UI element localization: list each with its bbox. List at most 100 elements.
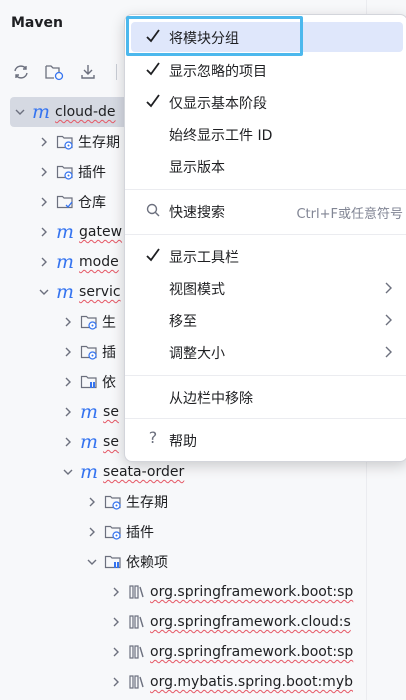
menu-item-move-to[interactable]: 移至 — [131, 305, 403, 335]
chevron-right-icon[interactable] — [84, 494, 100, 510]
tree-row-label: servic — [79, 284, 121, 300]
menu-item-remove-from-sidebar[interactable]: 从边栏中移除 — [131, 382, 403, 412]
chevron-right-icon — [385, 282, 392, 294]
tree-row-lifecycle[interactable]: 生存期 — [0, 487, 406, 517]
tree-row-label: mode — [79, 254, 119, 270]
checkmark-icon — [146, 62, 160, 76]
chevron-right-icon — [385, 314, 392, 326]
tree-row-label: 插件 — [126, 525, 154, 541]
menu-item-label: 始终显示工件 ID — [169, 128, 273, 144]
tree-row-plugins[interactable]: 插件 — [0, 517, 406, 547]
menu-item-always-show-artifact-id[interactable]: 始终显示工件 ID — [131, 119, 403, 149]
chevron-right-icon[interactable] — [60, 314, 76, 330]
menu-item-label: 显示忽略的项目 — [169, 64, 267, 80]
chevron-right-icon[interactable] — [60, 404, 76, 420]
help-icon: ? — [148, 428, 158, 447]
library-icon — [128, 673, 146, 691]
menu-item-label: 显示工具栏 — [169, 250, 239, 266]
tree-row-label: 依赖项 — [126, 555, 168, 571]
menu-item-label: 帮助 — [169, 434, 197, 450]
chevron-right-icon[interactable] — [108, 644, 124, 660]
tree-row-label: se — [103, 434, 119, 450]
menu-separator — [125, 234, 406, 235]
menu-item-label: 快速搜索 — [169, 205, 225, 221]
menu-item-resize[interactable]: 调整大小 — [131, 337, 403, 367]
panel-title: Maven — [11, 15, 63, 31]
options-context-menu: 将模块分组 显示忽略的项目 仅显示基本阶段 始终显示工件 ID 显示版本 快速搜… — [124, 14, 406, 462]
toolbar-separator — [116, 64, 117, 80]
download-icon[interactable] — [76, 60, 100, 84]
tree-row-label: org.mybatis.spring.boot:myb — [150, 674, 353, 690]
tree-row-dependencies[interactable]: 依赖项 — [0, 547, 406, 577]
maven-icon: m — [80, 431, 99, 453]
tree-row-label: 生存期 — [126, 495, 168, 511]
tree-row-label: org.springframework.cloud:s — [150, 614, 351, 630]
plugins-folder-icon — [104, 523, 122, 541]
checkmark-icon — [146, 248, 160, 262]
chevron-right-icon[interactable] — [108, 584, 124, 600]
search-icon — [146, 203, 160, 217]
reload-icon[interactable] — [9, 60, 33, 84]
chevron-down-icon[interactable] — [12, 104, 28, 120]
menu-item-quick-search[interactable]: 快速搜索 Ctrl+F或任意符号 — [131, 196, 403, 226]
lifecycle-folder-icon — [104, 493, 122, 511]
chevron-down-icon[interactable] — [60, 464, 76, 480]
menu-item-show-ignored[interactable]: 显示忽略的项目 — [131, 55, 403, 85]
menu-item-basic-phases[interactable]: 仅显示基本阶段 — [131, 87, 403, 117]
menu-item-label: 显示版本 — [169, 160, 225, 176]
chevron-right-icon[interactable] — [36, 134, 52, 150]
chevron-right-icon[interactable] — [108, 614, 124, 630]
chevron-right-icon[interactable] — [36, 254, 52, 270]
chevron-down-icon[interactable] — [84, 554, 100, 570]
menu-item-show-toolbar[interactable]: 显示工具栏 — [131, 241, 403, 271]
menu-item-label: 从边栏中移除 — [169, 391, 253, 407]
reload-folder-icon[interactable] — [42, 60, 66, 84]
repository-folder-icon — [56, 193, 74, 211]
lifecycle-folder-icon — [56, 133, 74, 151]
tree-row-label: 生 — [102, 315, 116, 331]
chevron-right-icon[interactable] — [36, 194, 52, 210]
tree-row-label: seata-order — [103, 464, 185, 480]
maven-icon: m — [56, 251, 75, 273]
chevron-down-icon[interactable] — [36, 284, 52, 300]
menu-item-help[interactable]: ? 帮助 — [131, 425, 403, 455]
menu-item-group-modules[interactable]: 将模块分组 — [131, 22, 403, 52]
chevron-right-icon[interactable] — [36, 164, 52, 180]
library-icon — [128, 583, 146, 601]
maven-icon: m — [80, 401, 99, 423]
lifecycle-folder-icon — [80, 313, 98, 331]
maven-icon: m — [56, 221, 75, 243]
chevron-right-icon[interactable] — [108, 674, 124, 690]
chevron-right-icon[interactable] — [36, 224, 52, 240]
tree-row-dependency[interactable]: org.springframework.boot:sp — [0, 637, 406, 667]
menu-item-view-mode[interactable]: 视图模式 — [131, 273, 403, 303]
maven-icon: m — [56, 281, 75, 303]
menu-item-show-version[interactable]: 显示版本 — [131, 151, 403, 181]
chevron-right-icon[interactable] — [60, 374, 76, 390]
tree-row-label: org.springframework.boot:sp — [150, 644, 354, 660]
chevron-right-icon[interactable] — [60, 344, 76, 360]
maven-icon: m — [80, 461, 99, 483]
library-icon — [128, 643, 146, 661]
dependencies-folder-icon — [80, 373, 98, 391]
maven-icon: m — [32, 101, 51, 123]
checkmark-icon — [146, 29, 160, 43]
menu-separator — [125, 189, 406, 190]
chevron-right-icon[interactable] — [84, 524, 100, 540]
menu-item-label: 将模块分组 — [169, 31, 239, 47]
plugins-folder-icon — [80, 343, 98, 361]
plugins-folder-icon — [56, 163, 74, 181]
menu-item-label: 调整大小 — [169, 346, 225, 362]
tree-row-dependency[interactable]: org.springframework.boot:sp — [0, 577, 406, 607]
tree-row-dependency[interactable]: org.mybatis.spring.boot:myb — [0, 667, 406, 697]
chevron-right-icon[interactable] — [60, 434, 76, 450]
tree-row-label: 插件 — [78, 165, 106, 181]
tree-row-label: 插 — [102, 345, 116, 361]
tree-row-label: 生存期 — [78, 135, 120, 151]
tree-row-label: 依 — [102, 375, 116, 391]
chevron-right-icon — [385, 346, 392, 358]
tree-row-label: 仓库 — [78, 195, 106, 211]
library-icon — [128, 613, 146, 631]
tree-row-dependency[interactable]: org.springframework.cloud:s — [0, 607, 406, 637]
tree-row-label: gatew — [79, 224, 123, 240]
